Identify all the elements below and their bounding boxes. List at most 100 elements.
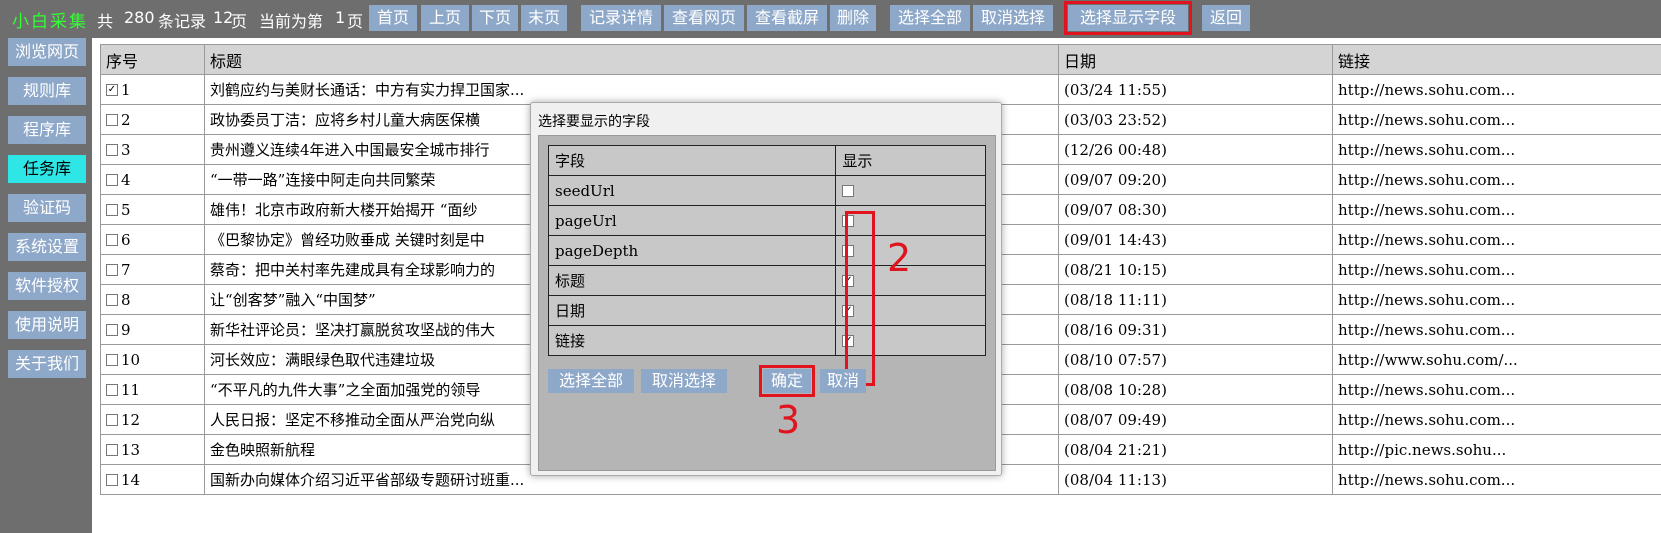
sidebar-item-browse[interactable]: 浏览网页 <box>8 38 86 66</box>
row-number: 7 <box>121 260 131 279</box>
row-number: 9 <box>121 320 131 339</box>
row-link[interactable]: http://pic.news.sohu... <box>1332 434 1661 465</box>
row-no-cell: 4 <box>100 164 205 195</box>
sidebar-item-settings[interactable]: 系统设置 <box>8 233 86 261</box>
sidebar-item-license[interactable]: 软件授权 <box>8 272 86 300</box>
row-checkbox[interactable] <box>106 293 118 306</box>
row-date: (08/04 11:13) <box>1058 464 1333 495</box>
row-date: (08/07 09:49) <box>1058 404 1333 435</box>
sidebar-item-about[interactable]: 关于我们 <box>8 350 86 378</box>
row-no-cell: 13 <box>100 434 205 465</box>
row-checkbox[interactable] <box>106 203 118 216</box>
dialog-deselect-button[interactable]: 取消选择 <box>641 369 727 393</box>
record-detail-button[interactable]: 记录详情 <box>581 5 661 31</box>
sidebar-item-rules[interactable]: 规则库 <box>8 77 86 105</box>
field-show-checkbox[interactable] <box>842 184 855 197</box>
field-row: 链接 ✓ <box>547 325 986 356</box>
row-date: (03/03 23:52) <box>1058 104 1333 135</box>
back-button[interactable]: 返回 <box>1202 5 1250 31</box>
row-number: 1 <box>121 80 131 99</box>
field-name: pageDepth <box>547 235 837 266</box>
field-select-dialog: 选择要显示的字段 字段 显示 seedUrl pageUrl pageDepth 标题… <box>530 102 1002 476</box>
row-no-cell: 11 <box>100 374 205 405</box>
row-number: 4 <box>121 170 131 189</box>
last-page-button[interactable]: 末页 <box>521 5 567 31</box>
dialog-select-all-button[interactable]: 选择全部 <box>548 369 634 393</box>
stats-total-count: 280 <box>124 8 155 27</box>
row-checkbox[interactable] <box>106 143 118 156</box>
row-checkbox[interactable] <box>106 473 118 486</box>
row-date: (08/16 09:31) <box>1058 314 1333 345</box>
next-page-button[interactable]: 下页 <box>472 5 518 31</box>
row-checkbox[interactable] <box>106 353 118 366</box>
deselect-button[interactable]: 取消选择 <box>973 5 1053 31</box>
row-title: 刘鹤应约与美财长通话：中方有实力捍卫国家... <box>204 74 1059 105</box>
row-number: 13 <box>121 440 141 459</box>
dialog-body: 字段 显示 seedUrl pageUrl pageDepth 标题 ✓ 日期 ✓ 链接 ✓ 2… <box>538 135 996 471</box>
first-page-button[interactable]: 首页 <box>369 5 417 31</box>
dialog-cancel-button[interactable]: 取消 <box>820 369 866 393</box>
row-date: (08/21 10:15) <box>1058 254 1333 285</box>
column-header-link[interactable]: 链接 <box>1332 44 1661 75</box>
field-name: seedUrl <box>547 175 837 206</box>
row-link[interactable]: http://news.sohu.com... <box>1332 164 1661 195</box>
view-page-button[interactable]: 查看网页 <box>664 5 744 31</box>
fields-header-show: 显示 <box>835 145 986 176</box>
row-number: 3 <box>121 140 131 159</box>
row-link[interactable]: http://news.sohu.com... <box>1332 254 1661 285</box>
row-checkbox[interactable] <box>106 263 118 276</box>
row-date: (08/04 21:21) <box>1058 434 1333 465</box>
row-no-cell: 8 <box>100 284 205 315</box>
field-row: seedUrl <box>547 175 986 206</box>
sidebar-item-programs[interactable]: 程序库 <box>8 116 86 144</box>
prev-page-button[interactable]: 上页 <box>421 5 469 31</box>
table-row[interactable]: ✓ 1 刘鹤应约与美财长通话：中方有实力捍卫国家... (03/24 11:55) ht… <box>100 74 1661 105</box>
row-link[interactable]: http://news.sohu.com... <box>1332 464 1661 495</box>
row-link[interactable]: http://news.sohu.com... <box>1332 224 1661 255</box>
row-number: 8 <box>121 290 131 309</box>
row-checkbox[interactable] <box>106 233 118 246</box>
stats-total-prefix: 共 <box>97 12 114 31</box>
row-checkbox[interactable] <box>106 413 118 426</box>
row-checkbox[interactable] <box>106 443 118 456</box>
select-all-button[interactable]: 选择全部 <box>890 5 970 31</box>
row-no-cell: 5 <box>100 194 205 225</box>
row-link[interactable]: http://news.sohu.com... <box>1332 314 1661 345</box>
delete-button[interactable]: 删除 <box>830 5 876 31</box>
row-no-cell: 3 <box>100 134 205 165</box>
row-checkbox[interactable] <box>106 383 118 396</box>
row-date: (09/07 08:30) <box>1058 194 1333 225</box>
dialog-title: 选择要显示的字段 <box>538 114 650 130</box>
sidebar-item-captcha[interactable]: 验证码 <box>8 194 86 222</box>
row-link[interactable]: http://news.sohu.com... <box>1332 74 1661 105</box>
row-link[interactable]: http://news.sohu.com... <box>1332 404 1661 435</box>
row-number: 10 <box>121 350 141 369</box>
sidebar-item-tasks[interactable]: 任务库 <box>8 155 86 183</box>
row-date: (08/18 11:11) <box>1058 284 1333 315</box>
row-checkbox[interactable] <box>106 323 118 336</box>
view-screenshot-button[interactable]: 查看截屏 <box>747 5 827 31</box>
row-number: 6 <box>121 230 131 249</box>
row-no-cell: 6 <box>100 224 205 255</box>
row-link[interactable]: http://news.sohu.com... <box>1332 194 1661 225</box>
row-checkbox[interactable]: ✓ <box>106 83 118 96</box>
row-link[interactable]: http://news.sohu.com... <box>1332 284 1661 315</box>
fields-table: 字段 显示 seedUrl pageUrl pageDepth 标题 ✓ 日期 ✓ 链接 ✓ <box>547 145 986 356</box>
row-link[interactable]: http://news.sohu.com... <box>1332 104 1661 135</box>
column-header-title[interactable]: 标题 <box>204 44 1059 75</box>
row-link[interactable]: http://news.sohu.com... <box>1332 374 1661 405</box>
dialog-confirm-button[interactable]: 确定 <box>759 365 815 397</box>
row-no-cell: 12 <box>100 404 205 435</box>
column-header-date[interactable]: 日期 <box>1058 44 1333 75</box>
row-checkbox[interactable] <box>106 113 118 126</box>
row-link[interactable]: http://www.sohu.com/... <box>1332 344 1661 375</box>
stats-total-suffix: 条记录 <box>158 12 207 31</box>
row-checkbox[interactable] <box>106 173 118 186</box>
field-row: 标题 ✓ <box>547 265 986 296</box>
row-no-cell: 10 <box>100 344 205 375</box>
column-header-no[interactable]: 序号 <box>100 44 205 75</box>
field-row: pageUrl <box>547 205 986 236</box>
sidebar-item-manual[interactable]: 使用说明 <box>8 311 86 339</box>
row-link[interactable]: http://news.sohu.com... <box>1332 134 1661 165</box>
select-display-fields-button[interactable]: 选择显示字段 <box>1064 1 1192 35</box>
